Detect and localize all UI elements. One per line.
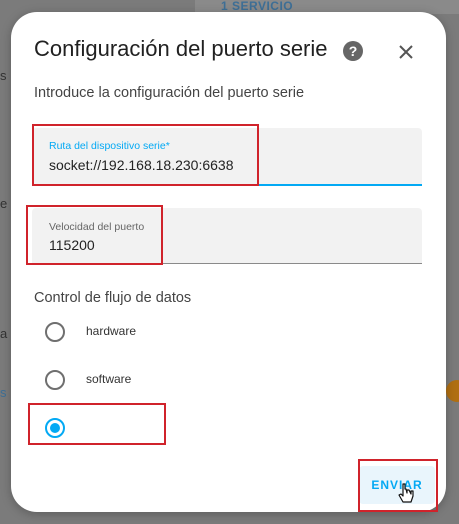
radio-button[interactable] [45, 370, 65, 390]
baud-rate-label: Velocidad del puerto [49, 221, 145, 233]
hand-pointer-cursor-icon [398, 483, 414, 503]
svg-text:?: ? [349, 43, 358, 59]
baud-rate-value[interactable]: 115200 [49, 237, 95, 253]
radio-label: software [86, 372, 132, 386]
background-text-fragment: s [0, 385, 7, 400]
baud-rate-field[interactable]: Velocidad del puerto 115200 [32, 208, 422, 264]
radio-label: hardware [86, 324, 137, 338]
background-text-fragment: s [0, 68, 7, 83]
device-path-value[interactable]: socket://192.168.18.230:6638 [49, 157, 233, 173]
serial-port-dialog: Configuración del puerto serie ? Introdu… [11, 12, 446, 512]
close-icon[interactable] [394, 40, 418, 64]
flow-control-label: Control de flujo de datos [34, 290, 192, 306]
dialog-title: Configuración del puerto serie [34, 36, 328, 61]
dialog-subtitle: Introduce la configuración del puerto se… [34, 85, 305, 101]
background-text-fragment: e [0, 196, 8, 211]
device-path-field[interactable]: Ruta del dispositivo serie* socket://192… [32, 128, 422, 186]
background-text-fragment: a [0, 326, 8, 341]
device-path-label: Ruta del dispositivo serie* [49, 140, 170, 152]
radio-button-selected[interactable] [45, 418, 65, 438]
help-circle-icon[interactable]: ? [342, 40, 364, 62]
radio-button[interactable] [45, 322, 65, 342]
